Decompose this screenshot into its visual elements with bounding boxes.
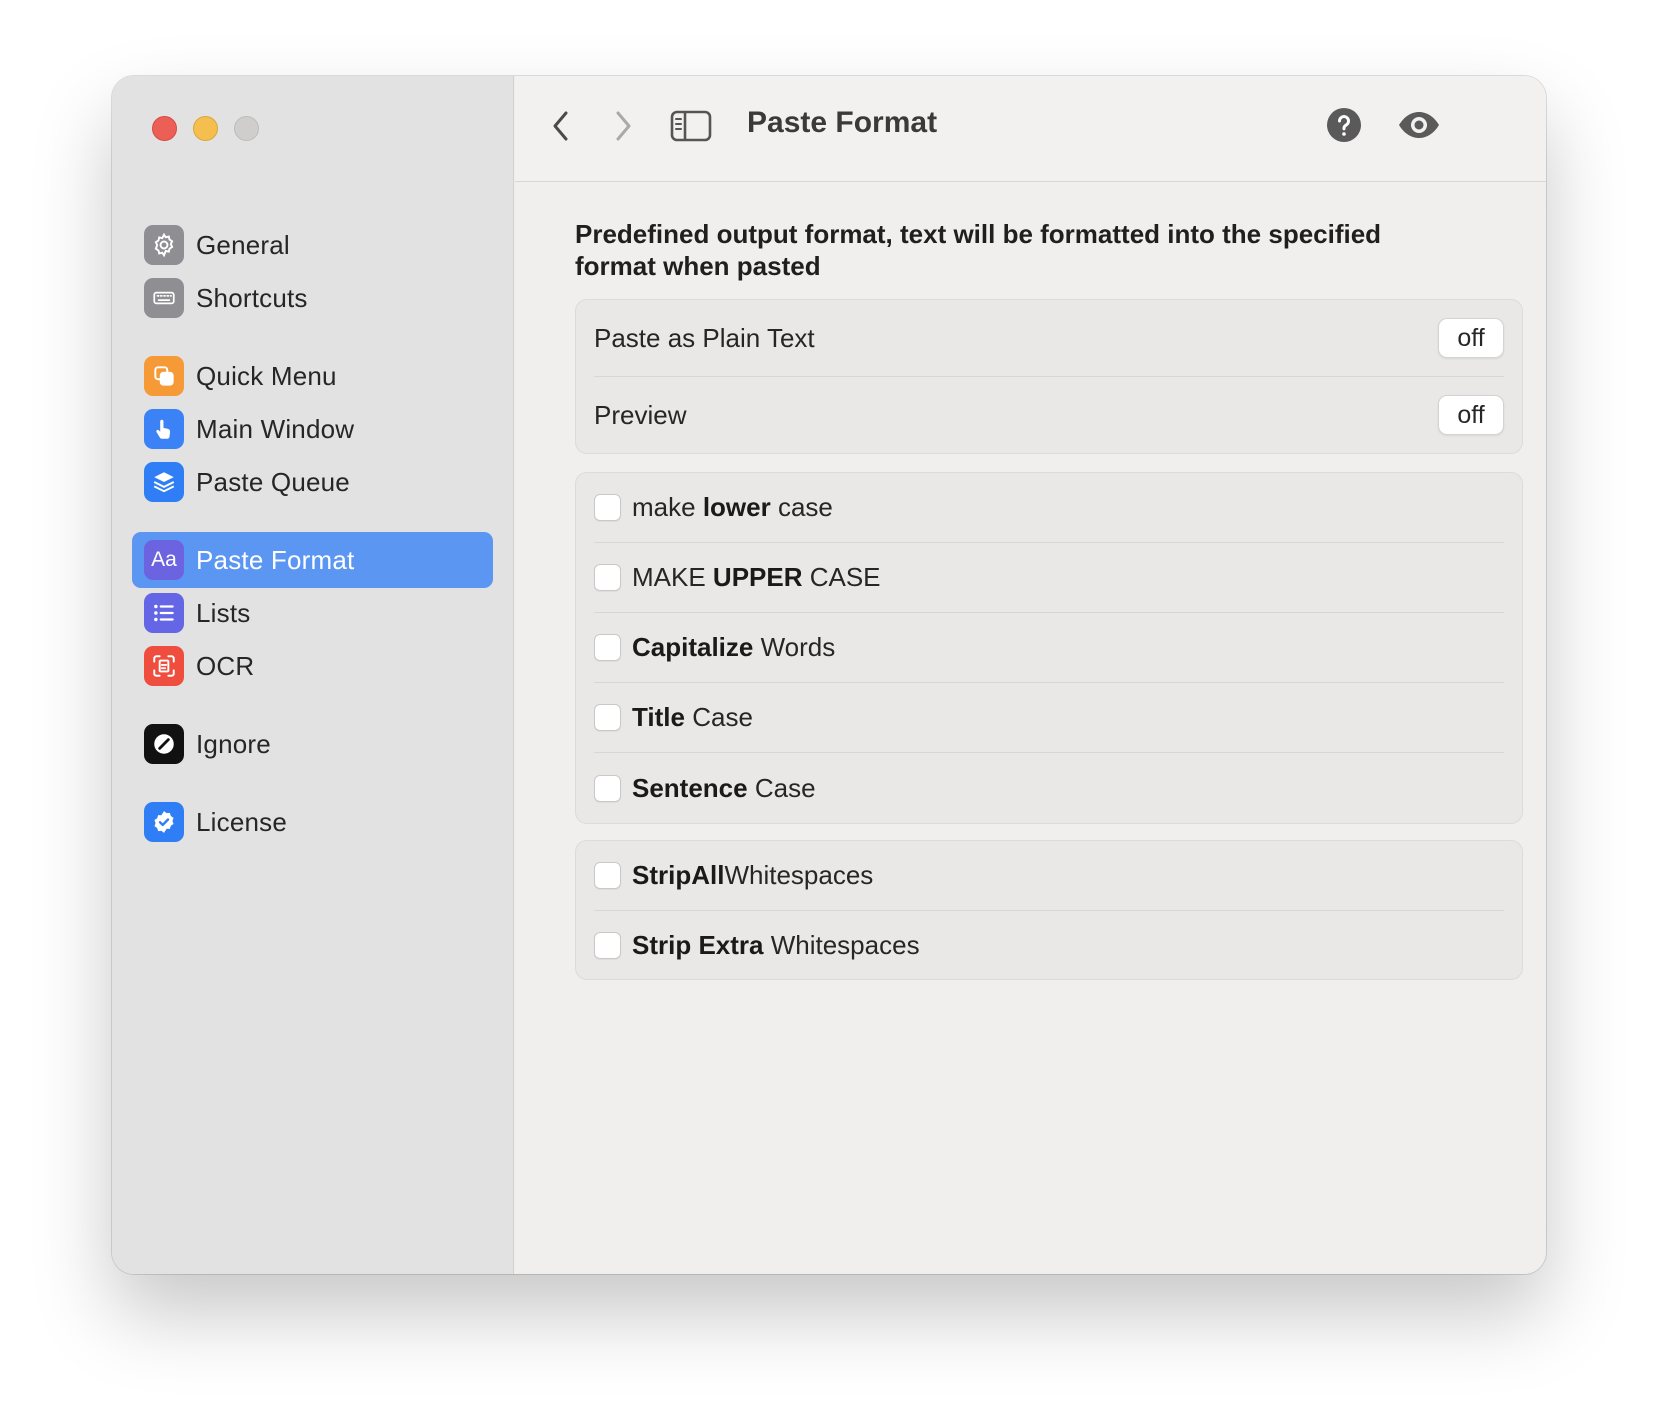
sidebar-item-general[interactable]: General	[132, 217, 493, 273]
list-icon	[144, 593, 184, 633]
toolbar: Paste Format	[515, 76, 1546, 182]
sidebar-item-label: Quick Menu	[196, 360, 337, 391]
case-options-group: make lower case MAKE UPPER CASE Capitali…	[575, 472, 1523, 824]
sidebar-item-lists[interactable]: Lists	[132, 585, 493, 641]
upper-case-checkbox[interactable]	[594, 564, 621, 591]
sidebar-item-license[interactable]: License	[132, 794, 493, 850]
eye-icon[interactable]	[1396, 110, 1442, 140]
paste-plain-text-toggle[interactable]: off	[1438, 318, 1504, 358]
sidebar-item-label: Paste Format	[196, 544, 355, 575]
sidebar-item-main-window[interactable]: Main Window	[132, 401, 493, 457]
sidebar-item-label: Lists	[196, 597, 251, 628]
option-capitalize-words[interactable]: Capitalize Words	[594, 613, 1504, 683]
toggle-group: Paste as Plain Text off Preview off	[575, 299, 1523, 454]
sidebar-item-label: Paste Queue	[196, 466, 350, 497]
window-controls	[152, 116, 259, 141]
strip-extra-whitespaces-checkbox[interactable]	[594, 931, 621, 959]
sidebar-item-label: Main Window	[196, 413, 355, 444]
option-strip-all-whitespaces[interactable]: StripAllWhitespaces	[594, 841, 1504, 911]
option-strip-extra-whitespaces[interactable]: Strip Extra Whitespaces	[594, 911, 1504, 979]
title-case-checkbox[interactable]	[594, 704, 621, 731]
ignore-icon	[144, 724, 184, 764]
stacked-squares-icon	[144, 356, 184, 396]
gear-icon	[144, 225, 184, 265]
description-text: Predefined output format, text will be f…	[575, 219, 1382, 281]
page-title: Paste Format	[747, 106, 938, 139]
option-title-case[interactable]: Title Case	[594, 683, 1504, 753]
option-lower-case[interactable]: make lower case	[594, 473, 1504, 543]
paste-plain-text-row: Paste as Plain Text off	[594, 300, 1504, 377]
chevron-right-icon[interactable]	[603, 106, 643, 146]
option-upper-case[interactable]: MAKE UPPER CASE	[594, 543, 1504, 613]
whitespace-options-group: StripAllWhitespaces Strip Extra Whitespa…	[575, 840, 1523, 980]
sidebar-item-ignore[interactable]: Ignore	[132, 716, 493, 772]
sidebar-item-label: License	[196, 806, 288, 837]
verified-badge-icon	[144, 802, 184, 842]
sidebar-item-shortcuts[interactable]: Shortcuts	[132, 270, 493, 326]
chevron-left-icon[interactable]	[541, 106, 581, 146]
layers-icon	[144, 462, 184, 502]
sidebar-item-label: General	[196, 229, 290, 260]
close-button[interactable]	[152, 116, 177, 141]
strip-all-whitespaces-checkbox[interactable]	[594, 862, 621, 889]
zoom-button[interactable]	[234, 116, 259, 141]
sidebar-item-quick-menu[interactable]: Quick Menu	[132, 348, 493, 404]
sidebar-item-ocr[interactable]: OCR	[132, 638, 493, 694]
question-circle-icon[interactable]	[1326, 107, 1362, 143]
preview-toggle[interactable]: off	[1438, 395, 1504, 435]
lower-case-checkbox[interactable]	[594, 494, 621, 521]
sidebar-icon[interactable]	[669, 106, 713, 146]
sidebar-item-paste-queue[interactable]: Paste Queue	[132, 454, 493, 510]
keyboard-icon	[144, 278, 184, 318]
sidebar-item-label: Ignore	[196, 728, 271, 759]
minimize-button[interactable]	[193, 116, 218, 141]
paste-plain-text-label: Paste as Plain Text	[594, 322, 815, 353]
capitalize-words-checkbox[interactable]	[594, 634, 621, 661]
main-panel: Paste Format Predefined output format, t…	[515, 76, 1546, 1274]
sidebar: General Shortcuts Quick Menu Main Window…	[112, 76, 514, 1274]
option-sentence-case[interactable]: Sentence Case	[594, 753, 1504, 823]
hand-pointer-icon	[144, 409, 184, 449]
settings-window: General Shortcuts Quick Menu Main Window…	[112, 76, 1546, 1274]
sentence-case-checkbox[interactable]	[594, 774, 621, 802]
text-format-icon: Aa	[144, 540, 184, 580]
sidebar-item-label: OCR	[196, 650, 255, 681]
preview-label: Preview	[594, 399, 687, 430]
sidebar-item-label: Shortcuts	[196, 282, 308, 313]
sidebar-item-paste-format[interactable]: Aa Paste Format	[132, 532, 493, 588]
document-scan-icon	[144, 646, 184, 686]
content-area: Predefined output format, text will be f…	[575, 182, 1523, 980]
preview-row: Preview off	[594, 377, 1504, 453]
